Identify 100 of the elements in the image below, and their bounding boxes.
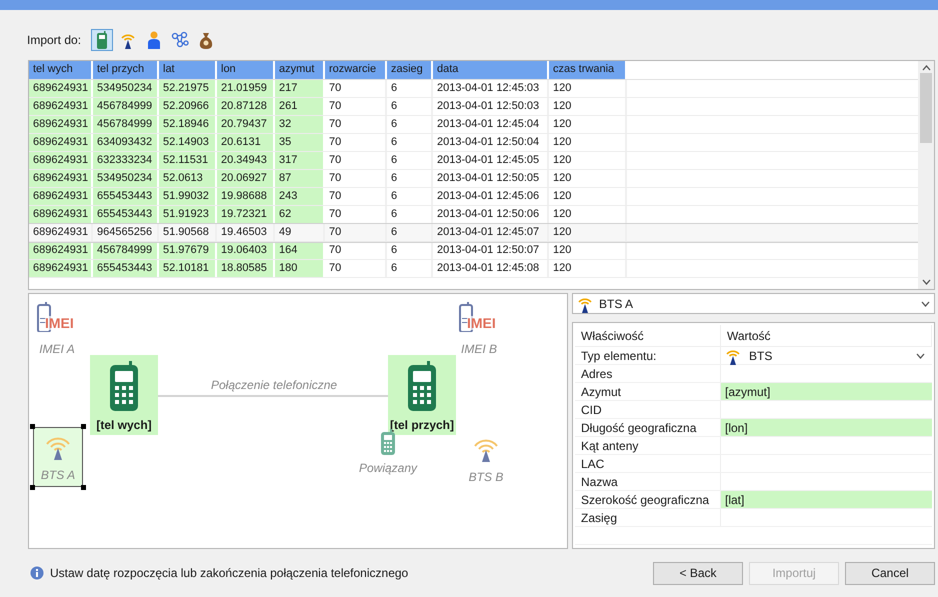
table-cell: 87 <box>275 170 325 187</box>
table-cell: 689624931 <box>29 152 93 169</box>
resize-handle[interactable] <box>30 424 35 429</box>
table-cell: 2013-04-01 12:50:04 <box>433 134 549 151</box>
property-value[interactable]: [lon] <box>721 419 932 436</box>
table-cell: 6 <box>387 224 433 241</box>
resize-handle[interactable] <box>81 424 86 429</box>
table-cell: 70 <box>325 188 387 205</box>
table-cell: 120 <box>549 260 627 277</box>
column-header[interactable]: lat <box>159 61 217 79</box>
table-cell: 6 <box>387 170 433 187</box>
import-target-button[interactable] <box>91 29 114 51</box>
table-cell: 52.20966 <box>159 98 217 115</box>
table-cell: 70 <box>325 260 387 277</box>
resize-handle[interactable] <box>30 485 35 490</box>
table-row[interactable]: 689624931 964565256 51.90568 19.46503 49 70 6 2013-04-01 12:45:07 120 <box>29 224 918 242</box>
table-cell: 52.0613 <box>159 170 217 187</box>
table-cell: 534950234 <box>93 170 159 187</box>
property-name: Nazwa <box>575 473 721 490</box>
property-value[interactable]: [lat] <box>721 491 932 508</box>
table-cell: 70 <box>325 134 387 151</box>
info-icon <box>30 566 44 580</box>
table-cell: 20.34943 <box>217 152 275 169</box>
scroll-thumb[interactable] <box>920 73 932 143</box>
column-header[interactable]: lon <box>217 61 275 79</box>
table-cell: 70 <box>325 116 387 133</box>
property-name: Adres <box>575 365 721 382</box>
table-cell: 120 <box>549 116 627 133</box>
table-cell: 6 <box>387 242 433 259</box>
table-cell: 2013-04-01 12:45:06 <box>433 188 549 205</box>
table-row[interactable]: 689624931 655453443 51.99032 19.98688 243 70 6 2013-04-01 12:45:06 120 <box>29 188 918 206</box>
table-cell: 51.91923 <box>159 206 217 223</box>
table-cell: 2013-04-01 12:45:08 <box>433 260 549 277</box>
network-icon <box>171 31 190 49</box>
table-cell: 689624931 <box>29 224 93 241</box>
table-cell: 19.98688 <box>217 188 275 205</box>
table-cell: 6 <box>387 152 433 169</box>
phone-icon <box>96 31 108 49</box>
table-cell: 20.06927 <box>217 170 275 187</box>
table-cell: 2013-04-01 12:45:05 <box>433 152 549 169</box>
resize-handle[interactable] <box>81 485 86 490</box>
table-row[interactable]: 689624931 456784999 52.20966 20.87128 261 70 6 2013-04-01 12:50:03 120 <box>29 98 918 116</box>
table-cell: 456784999 <box>93 242 159 259</box>
scroll-up-icon[interactable] <box>922 65 930 71</box>
column-header[interactable]: czas trwania <box>549 61 627 79</box>
table-cell: 35 <box>275 134 325 151</box>
table-cell: 6 <box>387 188 433 205</box>
table-cell: 20.6131 <box>217 134 275 151</box>
column-header[interactable]: rozwarcie <box>325 61 387 79</box>
table-cell: 51.99032 <box>159 188 217 205</box>
table-cell: 62 <box>275 206 325 223</box>
table-row[interactable]: 689624931 534950234 52.0613 20.06927 87 70 6 2013-04-01 12:50:05 120 <box>29 170 918 188</box>
money-bag-icon <box>198 31 214 49</box>
column-header[interactable]: zasieg <box>387 61 433 79</box>
table-cell: 120 <box>549 170 627 187</box>
table-cell: 655453443 <box>93 206 159 223</box>
phone-icon <box>108 361 140 411</box>
property-value[interactable]: [azymut] <box>721 383 932 400</box>
column-header[interactable]: tel przych <box>93 61 159 79</box>
table-cell: 6 <box>387 260 433 277</box>
table-cell: 70 <box>325 170 387 187</box>
table-cell: 70 <box>325 98 387 115</box>
property-value-dropdown[interactable]: BTS <box>721 347 932 364</box>
table-cell: 456784999 <box>93 98 159 115</box>
antenna-node[interactable]: BTS B <box>461 429 511 489</box>
table-row[interactable]: 689624931 632333234 52.11531 20.34943 317 70 6 2013-04-01 12:45:05 120 <box>29 152 918 170</box>
table-cell: 51.90568 <box>159 224 217 241</box>
column-header[interactable]: azymut <box>275 61 325 79</box>
table-cell: 261 <box>275 98 325 115</box>
table-row[interactable]: 689624931 456784999 51.97679 19.06403 164 70 6 2013-04-01 12:50:07 120 <box>29 242 918 260</box>
table-cell: 689624931 <box>29 98 93 115</box>
table-cell: 19.06403 <box>217 242 275 259</box>
table-cell: 655453443 <box>93 260 159 277</box>
table-row[interactable]: 689624931 456784999 52.18946 20.79437 32 70 6 2013-04-01 12:45:04 120 <box>29 116 918 134</box>
table-row[interactable]: 689624931 634093432 52.14903 20.6131 35 70 6 2013-04-01 12:50:04 120 <box>29 134 918 152</box>
element-selector[interactable]: BTS A <box>572 293 935 314</box>
table-cell: 51.97679 <box>159 242 217 259</box>
table-cell: 6 <box>387 98 433 115</box>
dialog-button[interactable]: Cancel <box>845 562 935 584</box>
column-header[interactable]: tel wych <box>29 61 93 79</box>
table-cell: 120 <box>549 152 627 169</box>
property-name: Kąt anteny <box>575 437 721 454</box>
table-cell: 2013-04-01 12:50:07 <box>433 242 549 259</box>
table-cell: 2013-04-01 12:50:03 <box>433 98 549 115</box>
table-row[interactable]: 689624931 534950234 52.21975 21.01959 217 70 6 2013-04-01 12:45:03 120 <box>29 80 918 98</box>
table-cell: 689624931 <box>29 206 93 223</box>
property-name: CID <box>575 401 721 418</box>
table-cell: 52.10181 <box>159 260 217 277</box>
table-row[interactable]: 689624931 655453443 52.10181 18.80585 180 70 6 2013-04-01 12:45:08 120 <box>29 260 918 278</box>
scroll-down-icon[interactable] <box>922 279 930 285</box>
table-cell: 689624931 <box>29 116 93 133</box>
table-cell: 164 <box>275 242 325 259</box>
dialog-button[interactable]: < Back <box>653 562 743 584</box>
phone-node[interactable]: [tel wych] <box>90 355 158 435</box>
table-cell: 689624931 <box>29 242 93 259</box>
column-header[interactable]: data <box>433 61 549 79</box>
scrollbar[interactable] <box>918 61 934 289</box>
table-cell: 689624931 <box>29 134 93 151</box>
table-cell: 19.72321 <box>217 206 275 223</box>
node-label: IMEI B <box>460 341 497 358</box>
